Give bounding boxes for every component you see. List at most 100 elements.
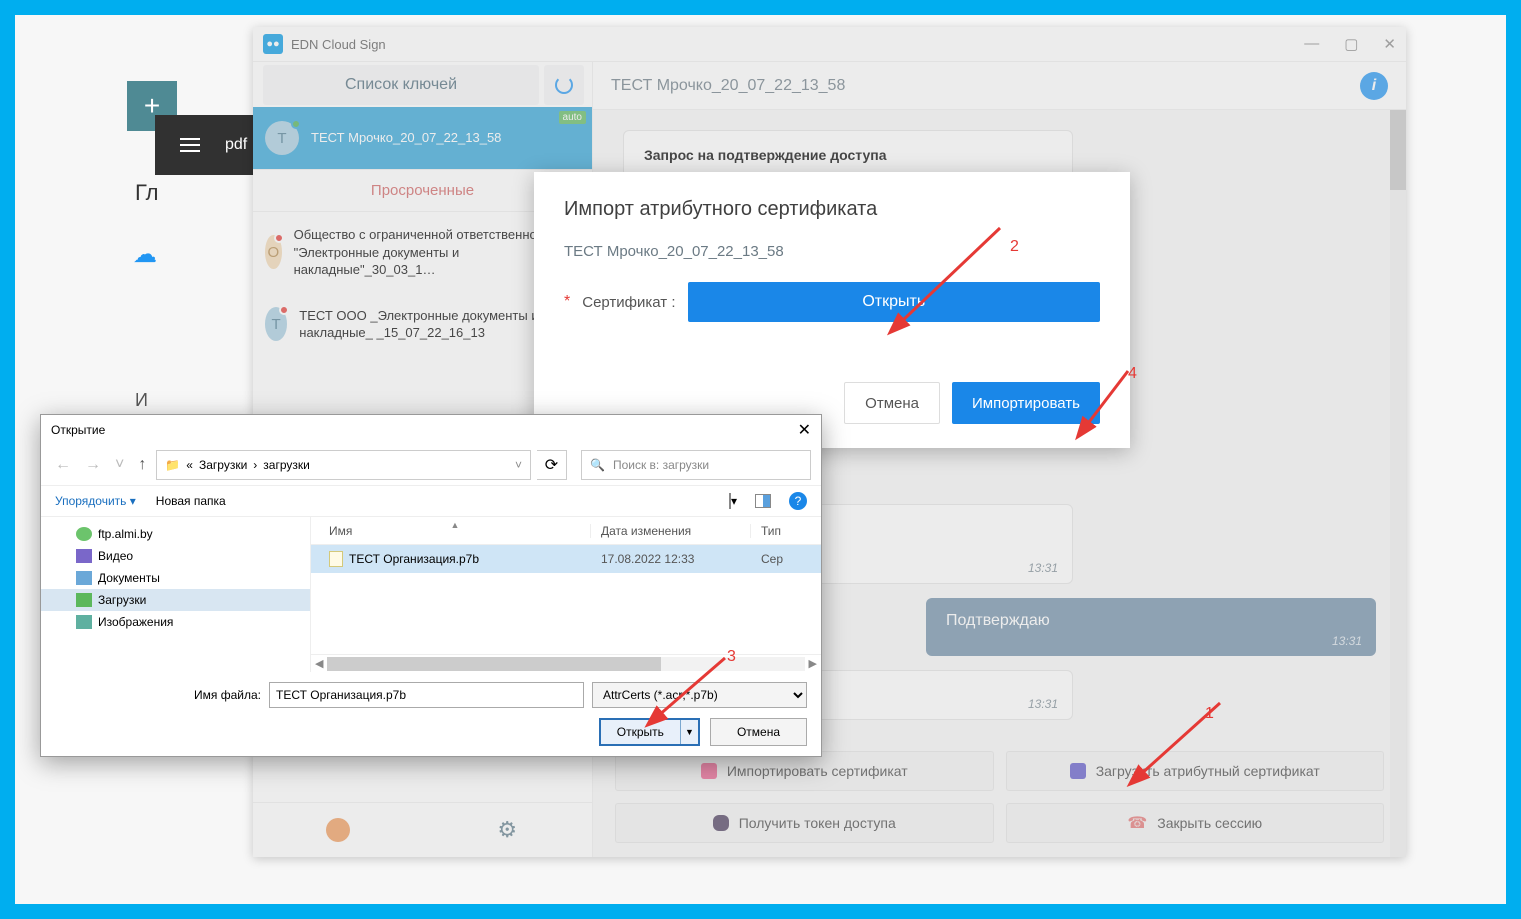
help-button[interactable]: ? [789,492,807,510]
dialog-open-button[interactable]: Открыть ▼ [599,718,700,746]
dialog-nav: ← → ˅ ↑ 📁 « Загрузки › загрузки ˅ ⟳ 🔍 По… [41,445,821,485]
modal-cancel-button[interactable]: Отмена [844,382,940,424]
hs-right[interactable]: ▶ [809,657,817,670]
action-buttons-grid: Импортировать сертификат Загрузить атриб… [593,743,1406,857]
tree-item-label: Изображения [98,615,173,629]
bg-subtext: И [135,390,148,411]
filename-input[interactable] [269,682,584,708]
scrollbar[interactable] [1390,110,1406,857]
get-token-button[interactable]: Получить токен доступа [615,803,994,843]
search-icon: 🔍 [590,458,605,472]
path-refresh-button[interactable]: ⟳ [537,450,567,480]
tree-item[interactable]: ftp.almi.by [41,523,310,545]
import-cert-button[interactable]: Импортировать сертификат [615,751,994,791]
keys-list-button[interactable]: Список ключей [263,65,539,105]
drawer-label: pdf [225,136,247,154]
app-icon: ●● [263,34,283,54]
close-button[interactable]: ✕ [1383,35,1396,53]
token-icon [713,815,729,831]
dialog-title: Открытие [51,423,105,437]
modal-title: Импорт атрибутного сертификата [564,198,1100,221]
nav-back-button[interactable]: ← [51,456,75,474]
path-part: › [253,458,257,472]
close-session-button[interactable]: ☎Закрыть сессию [1006,803,1385,843]
list-header[interactable]: ▲Имя Дата изменения Тип [311,517,821,545]
file-row[interactable]: ТЕСТ Организация.p7b17.08.2022 12:33Сер [311,545,821,573]
bg-heading: Гл [135,180,159,206]
info-button[interactable]: i [1360,72,1388,100]
folder-tree[interactable]: ftp.almi.by Видео ДокументыЗагрузки Изображ… [41,517,311,672]
titlebar[interactable]: ●● EDN Cloud Sign — ▢ ✕ [253,27,1406,62]
modal-import-button[interactable]: Импортировать [952,382,1100,424]
import-icon [701,763,717,779]
load-attr-cert-button[interactable]: Загрузить атрибутный сертификат [1006,751,1385,791]
hs-left[interactable]: ◀ [315,657,323,670]
dialog-body: ftp.almi.by Видео ДокументыЗагрузки Изображ… [41,517,821,672]
message-reply: Подтверждаю 13:31 [926,598,1376,656]
btn-label: Закрыть сессию [1157,815,1262,831]
cert-field-label: Сертификат : [582,294,675,311]
path-part[interactable]: загрузки [263,458,310,472]
view-mode-button[interactable]: ▾ [729,494,737,508]
scrollbar-thumb[interactable] [1390,110,1406,190]
tree-item-label: Видео [98,549,133,563]
avatar: Т [265,121,299,155]
status-dot-online [291,119,301,129]
key-item-active[interactable]: auto Т ТЕСТ Мрочко_20_07_22_13_58 [253,107,592,169]
cloud-icon: ☁ [133,240,157,269]
refresh-button[interactable] [544,65,584,105]
hscrollbar[interactable]: ◀ ▶ [311,654,821,672]
file-list: ▲Имя Дата изменения Тип ТЕСТ Организация… [311,517,821,672]
tree-item[interactable]: Документы [41,567,310,589]
btn-label: Получить токен доступа [739,815,896,831]
modal-cert-name: ТЕСТ Мрочко_20_07_22_13_58 [564,243,1100,260]
support-icon [326,818,350,842]
dialog-close-button[interactable]: ✕ [798,420,811,440]
annotation-label-4: 4 [1128,365,1137,383]
organize-button[interactable]: Упорядочить ▾ [55,494,136,508]
timestamp: 13:31 [1028,561,1058,575]
dialog-cancel-button[interactable]: Отмена [710,718,807,746]
nav-up-button[interactable]: ↑ [134,456,150,474]
file-date: 17.08.2022 12:33 [591,552,751,566]
card-title: Запрос на подтверждение доступа [644,147,1052,163]
maximize-button[interactable]: ▢ [1344,35,1358,53]
search-input[interactable]: 🔍 Поиск в: загрузки [581,450,811,480]
filetype-select[interactable]: AttrCerts (*.acr;*.p7b) [592,682,807,708]
timestamp: 13:31 [1028,697,1058,711]
dialog-bottom: Имя файла: AttrCerts (*.acr;*.p7b) Откры… [41,672,821,756]
attr-cert-icon [1070,763,1086,779]
nav-forward-button[interactable]: → [81,456,105,474]
col-name[interactable]: ▲Имя [311,524,591,538]
path-part[interactable]: Загрузки [199,458,247,472]
col-type[interactable]: Тип [751,524,821,538]
annotation-label-2: 2 [1010,238,1019,256]
msg-text: Подтверждаю [946,612,1050,629]
tree-item[interactable]: Загрузки [41,589,310,611]
settings-button[interactable]: ⚙ [423,803,593,857]
path-dropdown[interactable]: ˅ [515,458,522,472]
nav-dropdown-button[interactable]: ˅ [111,456,128,474]
tree-item[interactable]: Изображения [41,611,310,633]
status-dot-expired [274,233,284,243]
support-button[interactable] [253,803,423,857]
tree-item[interactable]: Видео [41,545,310,567]
preview-pane-button[interactable] [755,494,771,508]
open-label: Открыть [601,720,680,744]
minimize-button[interactable]: — [1304,35,1319,53]
new-folder-button[interactable]: Новая папка [156,494,226,508]
tree-item-icon [76,527,92,541]
open-dropdown[interactable]: ▼ [680,720,698,744]
dialog-titlebar[interactable]: Открытие ✕ [41,415,821,445]
open-cert-button[interactable]: Открыть [688,282,1100,322]
avatar: О [265,235,282,269]
desktop-surface: + pdf Гл ☁ И ●● EDN Cloud Sign — ▢ ✕ Спи… [15,15,1506,904]
hs-thumb[interactable] [327,657,661,671]
refresh-icon [555,76,573,94]
detail-title: ТЕСТ Мрочко_20_07_22_13_58 [611,77,1348,95]
breadcrumb[interactable]: 📁 « Загрузки › загрузки ˅ [156,450,531,480]
view-icon [729,493,731,509]
col-date[interactable]: Дата изменения [591,524,751,538]
path-part: « [186,458,193,472]
folder-icon: 📁 [165,458,180,472]
